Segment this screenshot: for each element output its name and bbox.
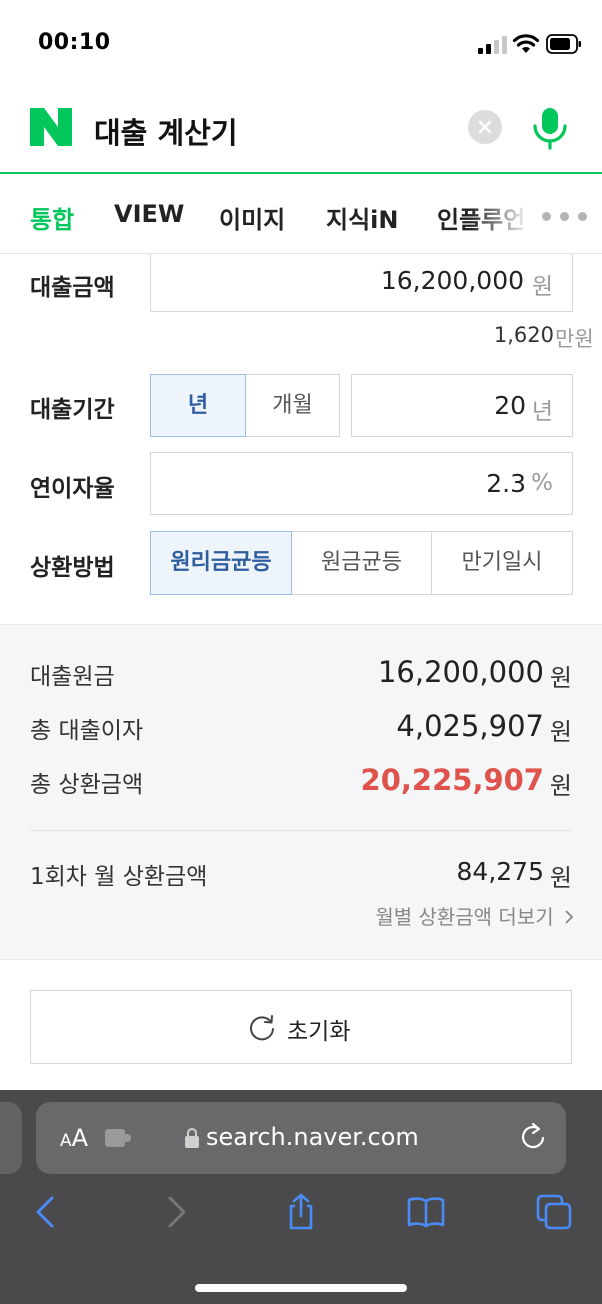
method-equal-principal-button[interactable]: 원금균등 xyxy=(291,531,432,595)
results-divider xyxy=(30,830,572,831)
close-icon xyxy=(478,120,492,134)
total-interest-label: 총 대출이자 xyxy=(30,718,144,744)
tab-images[interactable]: 이미지 xyxy=(219,200,285,235)
loan-amount-label: 대출금액 xyxy=(30,275,115,301)
tabs-icon[interactable] xyxy=(534,1192,574,1232)
tab-knowledge-in[interactable]: 지식iN xyxy=(326,200,398,235)
battery-icon xyxy=(546,34,581,54)
total-interest-unit: 원 xyxy=(549,718,572,746)
total-repayment-unit: 원 xyxy=(549,772,572,800)
total-repayment-label: 총 상환금액 xyxy=(30,772,144,798)
first-payment-unit: 원 xyxy=(549,864,572,892)
search-input[interactable]: 대출 계산기 xyxy=(94,110,238,152)
results-panel: 대출원금 16,200,000 원 총 대출이자 4,025,907 원 총 상… xyxy=(0,624,602,960)
period-unit-year-button[interactable]: 년 xyxy=(150,374,246,437)
url-text: search.naver.com xyxy=(206,1123,419,1151)
address-bar[interactable]: AA search.naver.com xyxy=(36,1102,566,1174)
more-tabs-button[interactable] xyxy=(540,196,590,232)
reader-settings-button[interactable]: AA xyxy=(60,1124,88,1152)
total-interest-value: 4,025,907 xyxy=(396,709,544,743)
back-icon[interactable] xyxy=(26,1192,66,1232)
forward-icon[interactable] xyxy=(156,1192,196,1232)
loan-period-label: 대출기간 xyxy=(30,397,115,423)
search-header: 대출 계산기 xyxy=(0,88,602,174)
principal-label: 대출원금 xyxy=(30,664,115,690)
reset-button[interactable]: 초기화 xyxy=(30,990,572,1064)
tab-all[interactable]: 통합 xyxy=(30,200,74,235)
monthly-schedule-link[interactable]: 월별 상환금액 더보기 xyxy=(375,901,574,930)
method-bullet-button[interactable]: 만기일시 xyxy=(431,531,573,595)
bookmarks-icon[interactable] xyxy=(406,1192,446,1232)
share-icon[interactable] xyxy=(281,1192,321,1232)
loan-period-value: 20 xyxy=(494,391,526,420)
reset-icon xyxy=(250,1015,274,1041)
home-indicator xyxy=(195,1284,407,1292)
period-unit-month-button[interactable]: 개월 xyxy=(245,374,340,437)
loan-amount-manwon: 1,620 xyxy=(493,323,554,347)
microphone-icon[interactable] xyxy=(530,106,570,150)
principal-value: 16,200,000 xyxy=(377,655,544,689)
reload-icon[interactable] xyxy=(518,1122,548,1154)
loan-period-unit: 년 xyxy=(531,399,553,425)
naver-logo-icon[interactable] xyxy=(30,108,72,146)
interest-rate-label: 연이자율 xyxy=(30,476,115,502)
cellular-signal-icon xyxy=(478,36,507,54)
chevron-right-icon xyxy=(565,910,574,924)
method-equal-payment-button[interactable]: 원리금균등 xyxy=(150,531,292,595)
browser-toolbar: AA search.naver.com xyxy=(0,1090,602,1304)
loan-amount-manwon-unit: 만원 xyxy=(555,327,594,351)
status-time: 00:10 xyxy=(38,30,111,55)
monthly-schedule-link-label: 월별 상환금액 더보기 xyxy=(375,905,554,929)
interest-rate-input[interactable]: 2.3 % xyxy=(150,452,573,515)
principal-unit: 원 xyxy=(549,664,572,692)
first-payment-label: 1회차 월 상환금액 xyxy=(30,864,208,890)
search-tabs: 통합 VIEW 이미지 지식iN 인플루언 xyxy=(0,176,602,254)
previous-tab-preview[interactable] xyxy=(0,1102,22,1174)
loan-amount-unit: 원 xyxy=(531,274,553,300)
loan-period-input[interactable]: 20 년 xyxy=(351,374,573,437)
total-repayment-value: 20,225,907 xyxy=(360,763,544,797)
loan-amount-input[interactable]: 16,200,000 원 xyxy=(150,254,573,312)
tab-view[interactable]: VIEW xyxy=(114,200,184,228)
interest-rate-unit: % xyxy=(531,470,553,496)
lock-icon xyxy=(185,1128,199,1148)
interest-rate-value: 2.3 xyxy=(486,469,526,498)
status-bar: 00:10 xyxy=(0,0,602,88)
first-payment-value: 84,275 xyxy=(456,857,544,886)
wifi-icon xyxy=(512,34,540,53)
repayment-method-label: 상환방법 xyxy=(30,555,115,581)
clear-search-button[interactable] xyxy=(468,110,502,144)
extension-icon[interactable] xyxy=(104,1127,132,1149)
loan-amount-value: 16,200,000 xyxy=(380,266,524,295)
reset-label: 초기화 xyxy=(287,1019,351,1045)
